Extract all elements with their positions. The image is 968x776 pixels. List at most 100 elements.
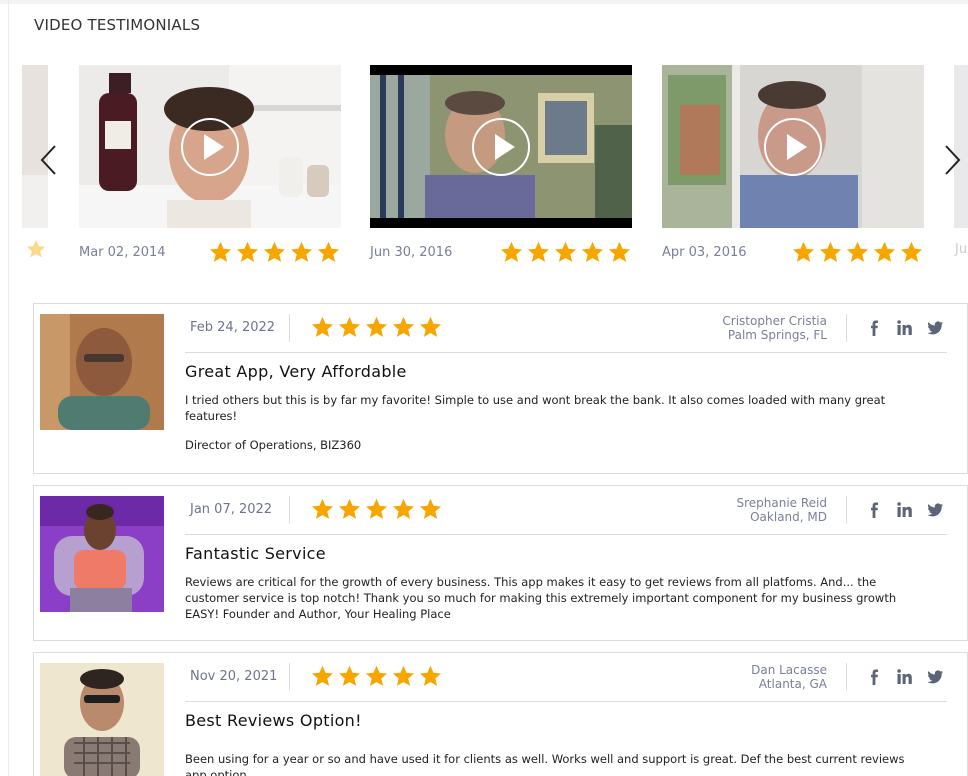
author-location: Palm Springs, FL: [727, 328, 827, 342]
video-rating: [499, 240, 632, 264]
review-body: Been using for a year or so and have use…: [185, 752, 905, 776]
review-body: Reviews are critical for the growth of e…: [185, 575, 897, 621]
review-body: I tried others but this is by far my fav…: [185, 393, 886, 423]
divider: [289, 663, 290, 691]
facebook-icon[interactable]: [866, 319, 884, 337]
star-icon: [418, 315, 443, 339]
star-icon: [418, 664, 443, 688]
star-icon: [553, 240, 578, 264]
star-icon: [235, 240, 260, 264]
divider: [185, 352, 947, 353]
review-date: Jan 07, 2022: [190, 502, 273, 517]
author-location: Oakland, MD: [750, 510, 827, 524]
review-title: Best Reviews Option!: [185, 711, 362, 730]
divider: [185, 701, 947, 702]
star-icon: [289, 240, 314, 264]
author-name: Dan Lacasse: [751, 663, 827, 677]
video-date: Apr 03, 2016: [662, 245, 747, 260]
star-icon: [845, 240, 870, 264]
linkedin-icon[interactable]: [896, 668, 914, 686]
author-name: Srephanie Reid: [736, 496, 827, 510]
review-card: Feb 24, 2022 Cristopher Cristia Palm Spr…: [33, 303, 968, 474]
video-rating: [208, 240, 341, 264]
review-date: Nov 20, 2021: [190, 669, 278, 684]
star-icon: [872, 240, 897, 264]
star-icon-partial: [25, 238, 47, 264]
review-date: Feb 24, 2022: [190, 320, 276, 335]
video-card: Apr 03, 2016: [662, 65, 924, 270]
linkedin-icon[interactable]: [896, 501, 914, 519]
play-icon[interactable]: [181, 117, 239, 176]
avatar: [40, 663, 164, 776]
review-card: Nov 20, 2021 Dan Lacasse Atlanta, GA Bes…: [33, 652, 968, 776]
star-icon: [337, 497, 362, 521]
linkedin-icon[interactable]: [896, 319, 914, 337]
star-icon: [364, 497, 389, 521]
video-rating: [791, 240, 924, 264]
author-location: Atlanta, GA: [758, 677, 827, 691]
chevron-right-icon: [945, 145, 961, 175]
video-thumbnail[interactable]: [370, 65, 632, 228]
video-carousel: Mar 02, 2014 Jun 30, 2016 Apr 03, 2016 J…: [0, 60, 968, 275]
review-rating: [310, 497, 443, 521]
facebook-icon[interactable]: [866, 668, 884, 686]
star-icon: [364, 315, 389, 339]
divider: [289, 314, 290, 342]
star-icon: [208, 240, 233, 264]
video-thumbnail[interactable]: [79, 65, 341, 228]
review-role: Director of Operations, BIZ360: [185, 438, 362, 452]
star-icon: [262, 240, 287, 264]
review-author: Dan Lacasse Atlanta, GA: [751, 663, 827, 691]
review-title: Great App, Very Affordable: [185, 362, 407, 381]
chevron-left-icon: [40, 145, 56, 175]
twitter-icon[interactable]: [926, 501, 944, 519]
divider: [846, 663, 847, 691]
section-title: VIDEO TESTIMONIALS: [34, 16, 201, 34]
divider: [846, 314, 847, 342]
video-thumbnail[interactable]: [662, 65, 924, 228]
social-share: [866, 668, 944, 686]
review-author: Srephanie Reid Oakland, MD: [736, 496, 827, 524]
carousel-next-button[interactable]: [940, 142, 964, 178]
star-icon: [316, 240, 341, 264]
review-card: Jan 07, 2022 Srephanie Reid Oakland, MD …: [33, 485, 968, 641]
star-icon: [310, 497, 335, 521]
play-icon[interactable]: [472, 117, 530, 176]
star-icon: [310, 664, 335, 688]
star-icon: [418, 497, 443, 521]
author-name: Cristopher Cristia: [722, 314, 827, 328]
twitter-icon[interactable]: [926, 319, 944, 337]
star-icon: [607, 240, 632, 264]
divider: [846, 496, 847, 524]
star-icon: [791, 240, 816, 264]
facebook-icon[interactable]: [866, 501, 884, 519]
divider: [289, 496, 290, 524]
top-bar: [0, 0, 968, 4]
video-date: Mar 02, 2014: [79, 245, 166, 260]
social-share: [866, 501, 944, 519]
review-author: Cristopher Cristia Palm Springs, FL: [722, 314, 827, 342]
star-icon: [337, 315, 362, 339]
carousel-prev-button[interactable]: [37, 142, 61, 178]
video-card: Jun 30, 2016: [370, 65, 632, 270]
star-icon: [526, 240, 551, 264]
review-rating: [310, 315, 443, 339]
review-rating: [310, 664, 443, 688]
star-icon: [391, 315, 416, 339]
star-icon: [391, 664, 416, 688]
avatar: [40, 314, 164, 430]
star-icon: [818, 240, 843, 264]
video-card: Mar 02, 2014: [79, 65, 341, 270]
star-icon: [899, 240, 924, 264]
video-date: Jun 30, 2016: [370, 245, 453, 260]
video-date-partial: Ju: [955, 242, 968, 257]
divider: [185, 534, 947, 535]
avatar: [40, 496, 164, 612]
star-icon: [391, 497, 416, 521]
star-icon: [364, 664, 389, 688]
star-icon: [337, 664, 362, 688]
play-icon[interactable]: [764, 117, 822, 176]
twitter-icon[interactable]: [926, 668, 944, 686]
star-icon: [580, 240, 605, 264]
star-icon: [310, 315, 335, 339]
